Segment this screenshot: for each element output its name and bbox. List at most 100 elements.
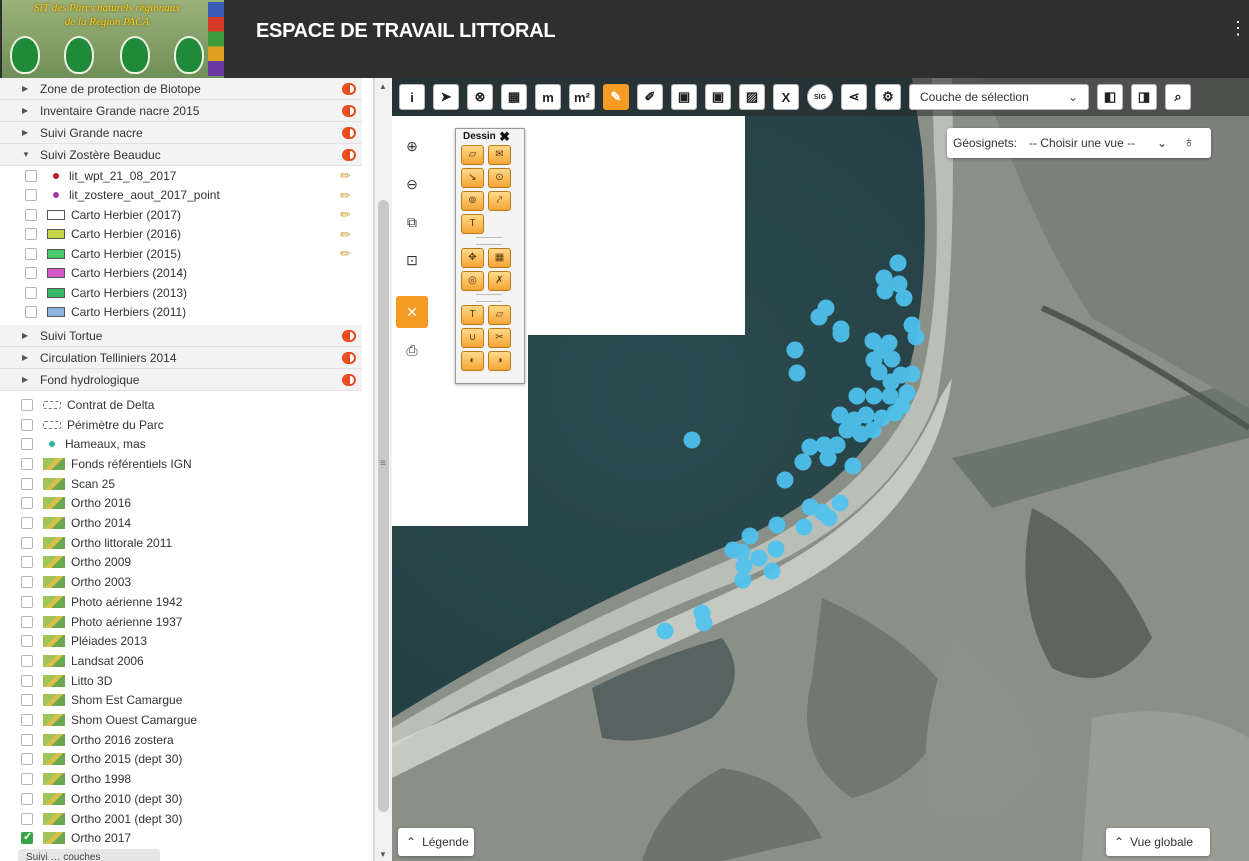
base-layer-row[interactable]: Ortho 2017 — [0, 828, 362, 848]
base-layer-row[interactable]: Contrat de Delta — [0, 395, 362, 415]
zostera-point[interactable] — [776, 471, 794, 489]
zostera-point[interactable] — [857, 406, 875, 424]
base-layer-row[interactable]: Scan 25 — [0, 474, 362, 494]
layer-checkbox[interactable] — [21, 595, 33, 608]
layer-checkbox[interactable] — [21, 536, 33, 549]
selection-layer-select[interactable]: Couche de sélection ⌄ — [909, 84, 1089, 110]
base-layer-row[interactable]: Ortho 2001 (dept 30) — [0, 809, 362, 829]
layer-checkbox[interactable] — [21, 438, 33, 451]
caret-right-icon[interactable]: ▶ — [22, 106, 32, 115]
base-layer-row[interactable]: Shom Est Camargue — [0, 691, 362, 711]
sublayer-row[interactable]: Carto Herbiers (2011) — [0, 303, 362, 323]
layer-checkbox[interactable] — [21, 830, 33, 845]
layer-group-row[interactable]: ▶ Suivi Grande nacre — [0, 122, 362, 144]
layer-group-row[interactable]: ▶ Fond hydrologique — [0, 369, 362, 391]
visibility-toggle[interactable] — [342, 374, 356, 386]
zostera-point[interactable] — [895, 289, 913, 307]
zostera-point[interactable] — [820, 509, 838, 527]
mask-button[interactable]: ▣ — [671, 84, 697, 110]
image-button[interactable]: ▨ — [739, 84, 765, 110]
edit-pencil-icon[interactable]: ✏ — [340, 227, 354, 242]
zoom-extent-button[interactable]: ⊡ — [396, 244, 428, 276]
draw-style-button[interactable]: ◑ — [488, 351, 511, 371]
base-layer-row[interactable]: Ortho 2016 — [0, 494, 362, 514]
base-layer-row[interactable]: Litto 3D — [0, 671, 362, 691]
base-layer-row[interactable]: Landsat 2006 — [0, 651, 362, 671]
edit-attributes-button[interactable]: ✐ — [637, 84, 663, 110]
zostera-point[interactable] — [795, 518, 813, 536]
draw-style-button[interactable]: ∪ — [461, 328, 484, 348]
base-layer-row[interactable]: Photo aérienne 1942 — [0, 592, 362, 612]
draw-style-button[interactable]: ✂ — [488, 328, 511, 348]
zostera-point[interactable] — [831, 494, 849, 512]
sublayer-row[interactable]: lit_zostere_aout_2017_point ✏ — [0, 186, 362, 206]
base-layer-row[interactable]: Périmètre du Parc — [0, 415, 362, 435]
select-layer-alt-button[interactable]: ◨ — [1131, 84, 1157, 110]
table-export-button[interactable]: ▦ — [501, 84, 527, 110]
layer-group-row[interactable]: ▶ Zone de protection de Biotope — [0, 78, 362, 100]
measure-length-button[interactable]: m — [535, 84, 561, 110]
visibility-toggle[interactable] — [342, 149, 356, 161]
compass-button[interactable]: ⊗ — [467, 84, 493, 110]
layer-checkbox[interactable] — [25, 208, 37, 221]
sig-button[interactable]: SIG — [807, 84, 833, 110]
overview-button[interactable]: ⌃ Vue globale — [1106, 828, 1210, 856]
base-layer-row[interactable]: Fonds référentiels IGN — [0, 454, 362, 474]
layer-checkbox[interactable] — [21, 773, 33, 786]
bookmark-add-icon[interactable]: ♁ — [1183, 134, 1195, 152]
base-layer-row[interactable]: Ortho 2014 — [0, 513, 362, 533]
zostera-point[interactable] — [883, 350, 901, 368]
edit-pencil-icon[interactable]: ✏ — [340, 188, 354, 203]
draw-style-button[interactable]: T — [461, 305, 484, 325]
caret-right-icon[interactable]: ▶ — [22, 84, 32, 93]
pnr-logo[interactable]: SIT des Parcs naturels régionaux de la R… — [2, 0, 224, 78]
layer-checkbox[interactable] — [21, 477, 33, 490]
edit-pencil-icon[interactable]: ✏ — [340, 208, 354, 222]
tools-button[interactable]: ✕ — [396, 296, 428, 328]
sublayer-row[interactable]: Carto Herbier (2016) ✏ — [0, 225, 362, 245]
settings-gear-button[interactable]: ⚙ — [875, 84, 901, 110]
zostera-point[interactable] — [750, 549, 768, 567]
layer-checkbox[interactable] — [21, 733, 33, 746]
draw-shape-button[interactable]: ▱ — [461, 145, 484, 165]
draw-shape-button[interactable]: ✉ — [488, 145, 511, 165]
print-button[interactable]: ⎙ — [396, 334, 428, 366]
zoom-in-button[interactable]: ⊕ — [396, 130, 428, 162]
draw-edit-button[interactable]: ▦ — [488, 248, 511, 268]
caret-down-icon[interactable]: ▼ — [22, 150, 32, 159]
edit-pencil-icon[interactable]: ✏ — [340, 169, 354, 183]
layer-panel-bottom-button[interactable]: Suivi … couches — [18, 849, 160, 861]
layer-checkbox[interactable] — [21, 517, 33, 530]
zostera-point[interactable] — [763, 562, 781, 580]
close-icon[interactable]: ✖ — [499, 129, 510, 145]
zostera-point[interactable] — [898, 384, 916, 402]
sublayer-row[interactable]: Carto Herbiers (2013) — [0, 283, 362, 303]
caret-right-icon[interactable]: ▶ — [22, 331, 32, 340]
base-layer-row[interactable]: Hameaux, mas — [0, 434, 362, 454]
zostera-point[interactable] — [695, 614, 713, 632]
layer-group-row[interactable]: ▶ Circulation Telliniers 2014 — [0, 347, 362, 369]
edit-pencil-icon[interactable]: ✏ — [340, 247, 354, 261]
zostera-point[interactable] — [832, 325, 850, 343]
zostera-point[interactable] — [810, 308, 828, 326]
layer-checkbox[interactable] — [25, 306, 37, 319]
draw-edit-button[interactable]: ✥ — [461, 248, 484, 268]
sublayer-row[interactable]: Carto Herbiers (2014) — [0, 264, 362, 284]
visibility-toggle[interactable] — [342, 127, 356, 139]
sublayer-row[interactable]: lit_wpt_21_08_2017 ✏ — [0, 166, 362, 186]
layer-checkbox[interactable] — [21, 674, 33, 687]
zostera-point[interactable] — [903, 365, 921, 383]
layer-checkbox[interactable] — [21, 457, 33, 470]
caret-right-icon[interactable]: ▶ — [22, 128, 32, 137]
visibility-toggle[interactable] — [342, 330, 356, 342]
base-layer-row[interactable]: Ortho 2016 zostera — [0, 730, 362, 750]
zostera-point[interactable] — [786, 341, 804, 359]
draw-pencil-button[interactable]: ✎ — [603, 84, 629, 110]
layer-checkbox[interactable] — [21, 576, 33, 589]
layer-group-row[interactable]: ▶ Suivi Tortue — [0, 325, 362, 347]
layer-checkbox[interactable] — [21, 635, 33, 648]
layer-checkbox[interactable] — [25, 247, 37, 260]
share-button[interactable]: ⋖ — [841, 84, 867, 110]
zostera-point[interactable] — [801, 438, 819, 456]
visibility-toggle[interactable] — [342, 105, 356, 117]
